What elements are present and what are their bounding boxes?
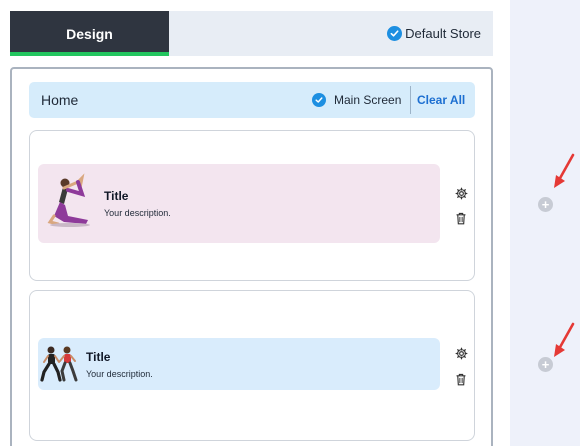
item-description: Your description. <box>104 208 171 218</box>
main-screen-label: Main Screen <box>334 93 402 107</box>
gear-icon[interactable] <box>454 186 468 200</box>
list-item[interactable]: Title Your description. <box>38 338 440 390</box>
fitness-couple-image <box>40 346 78 382</box>
item-text: Title Your description. <box>86 350 153 379</box>
store-label: Default Store <box>405 26 481 41</box>
gear-icon[interactable] <box>454 346 468 360</box>
trash-icon[interactable] <box>454 372 468 386</box>
list-item[interactable]: Title Your description. <box>38 164 440 243</box>
page: Design Default Store Home Main Screen Cl… <box>0 0 580 446</box>
red-arrow-icon <box>554 153 575 188</box>
divider <box>410 86 411 114</box>
top-tab-bar: Design Default Store <box>10 11 493 56</box>
item-title: Title <box>104 189 129 203</box>
check-circle-icon <box>312 93 326 107</box>
add-item-button[interactable]: + <box>538 357 553 372</box>
item-text: Title Your description. <box>104 189 171 218</box>
screen-editor-frame: Home Main Screen Clear All Title Your de… <box>10 67 493 446</box>
tab-design[interactable]: Design <box>10 11 169 56</box>
check-circle-icon <box>387 26 403 41</box>
store-selector[interactable]: Default Store <box>387 11 481 56</box>
clear-all-button[interactable]: Clear All <box>417 82 465 118</box>
trash-icon[interactable] <box>454 211 468 225</box>
right-panel: + + <box>510 0 580 446</box>
item-title: Title <box>86 349 111 364</box>
add-item-button[interactable]: + <box>538 197 553 212</box>
yoga-pose-image <box>47 173 90 227</box>
tab-design-label: Design <box>66 25 113 42</box>
red-arrow-icon <box>554 322 575 357</box>
main-screen-toggle[interactable]: Main Screen <box>312 82 401 118</box>
content-card: Title Your description. <box>29 290 475 441</box>
screen-title: Home <box>41 92 79 108</box>
home-screen-bar: Home Main Screen Clear All <box>29 82 475 118</box>
content-card: Title Your description. <box>29 130 475 281</box>
item-description: Your description. <box>86 368 153 379</box>
